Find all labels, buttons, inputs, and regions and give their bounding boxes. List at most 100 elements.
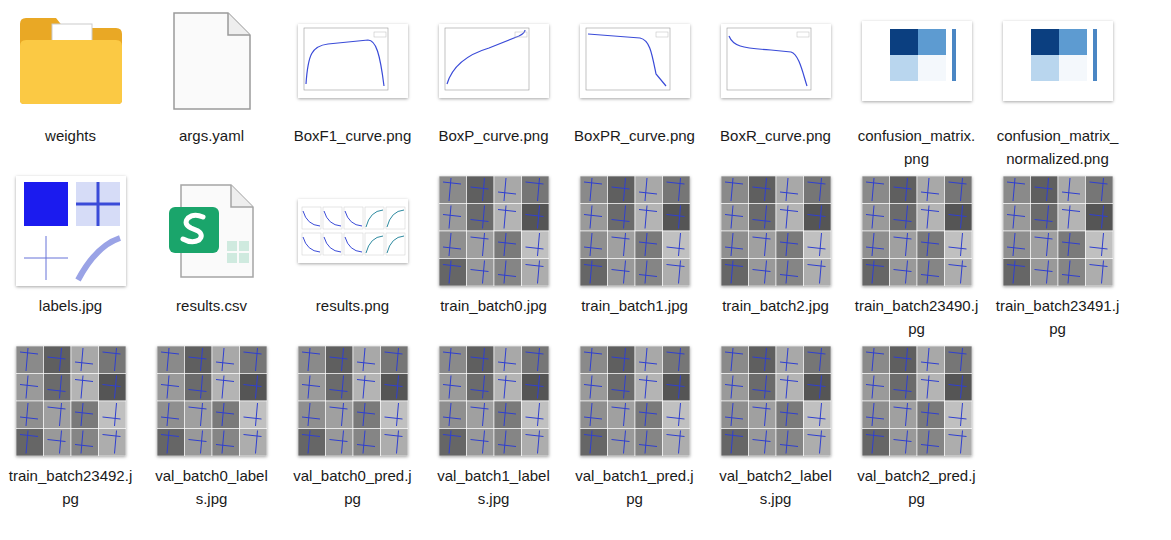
thumbnail-image xyxy=(862,21,972,101)
curve-thumbnail xyxy=(580,6,690,116)
file-item[interactable]: train_batch0.jpg xyxy=(423,170,564,317)
folder-icon xyxy=(16,6,126,116)
file-item[interactable]: args.yaml xyxy=(141,0,282,147)
thumbnail-image xyxy=(1003,176,1113,286)
thumbnail-image xyxy=(862,176,972,286)
file-item[interactable]: val_batch0_labels.jpg xyxy=(141,340,282,510)
thumbnail-image xyxy=(862,346,972,456)
thumbnail-image xyxy=(580,346,690,456)
file-item[interactable]: val_batch1_labels.jpg xyxy=(423,340,564,510)
thumbnail-image xyxy=(16,346,126,456)
file-item[interactable]: weights xyxy=(0,0,141,147)
file-item[interactable]: labels.jpg xyxy=(0,170,141,317)
curve-thumbnail xyxy=(439,6,549,116)
thumbnail-image xyxy=(580,176,690,286)
file-name: confusion_matrix.png xyxy=(855,124,979,170)
file-name: train_batch23491.jpg xyxy=(996,294,1120,340)
thumbnail-image xyxy=(1003,21,1113,101)
thumbnail-image xyxy=(298,346,408,456)
file-item[interactable]: train_batch23491.jpg xyxy=(987,170,1128,340)
file-name: results.csv xyxy=(150,294,274,317)
thumbnail-image xyxy=(439,176,549,286)
thumbnail-image xyxy=(439,346,549,456)
file-grid: weights args.yaml BoxF1_curve.png BoxP_curv… xyxy=(0,0,1171,510)
thumbnail-image xyxy=(580,176,690,286)
file-name: labels.jpg xyxy=(9,294,133,317)
thumbnail-image xyxy=(439,176,549,286)
file-name: BoxR_curve.png xyxy=(714,124,838,147)
thumbnail-image xyxy=(1003,21,1113,101)
thumbnail-image xyxy=(298,346,408,456)
file-item[interactable]: confusion_matrix_normalized.png xyxy=(987,0,1128,170)
thumbnail-image xyxy=(157,346,267,456)
batch-thumbnail xyxy=(439,346,549,456)
thumbnail-image xyxy=(862,176,972,286)
results-thumbnail xyxy=(298,176,408,286)
file-item[interactable]: train_batch23490.jpg xyxy=(846,170,987,340)
thumbnail-image xyxy=(298,199,408,263)
batch-thumbnail xyxy=(580,176,690,286)
file-item[interactable]: results.png xyxy=(282,170,423,317)
thumbnail-image xyxy=(862,346,972,456)
thumbnail-image xyxy=(439,24,549,98)
file-item[interactable]: train_batch2.jpg xyxy=(705,170,846,317)
file-item[interactable]: train_batch1.jpg xyxy=(564,170,705,317)
file-item[interactable]: val_batch2_pred.jpg xyxy=(846,340,987,510)
file-name: results.png xyxy=(291,294,415,317)
curve-thumbnail xyxy=(721,6,831,116)
batch-thumbnail xyxy=(16,346,126,456)
file-name: args.yaml xyxy=(150,124,274,147)
batch-thumbnail xyxy=(721,176,831,286)
thumbnail-image xyxy=(580,24,690,98)
batch-thumbnail xyxy=(1003,176,1113,286)
file-item[interactable]: BoxR_curve.png xyxy=(705,0,846,147)
thumbnail-image xyxy=(298,199,408,263)
file-item[interactable]: val_batch1_pred.jpg xyxy=(564,340,705,510)
thumbnail-image xyxy=(439,24,549,98)
file-item[interactable]: val_batch2_labels.jpg xyxy=(705,340,846,510)
file-item[interactable]: BoxF1_curve.png xyxy=(282,0,423,147)
batch-thumbnail xyxy=(157,346,267,456)
batch-thumbnail xyxy=(439,176,549,286)
thumbnail-image xyxy=(580,24,690,98)
file-item[interactable]: train_batch23492.jpg xyxy=(0,340,141,510)
file-name: val_batch2_labels.jpg xyxy=(714,464,838,510)
file-name: BoxF1_curve.png xyxy=(291,124,415,147)
file-icon xyxy=(157,6,267,116)
thumbnail-image xyxy=(18,16,124,106)
batch-thumbnail xyxy=(862,346,972,456)
batch-thumbnail xyxy=(862,176,972,286)
batch-thumbnail xyxy=(580,346,690,456)
file-name: train_batch2.jpg xyxy=(714,294,838,317)
thumbnail-image xyxy=(721,24,831,98)
file-item[interactable]: val_batch0_pred.jpg xyxy=(282,340,423,510)
file-item[interactable]: BoxPR_curve.png xyxy=(564,0,705,147)
thumbnail-image xyxy=(16,176,126,286)
thumbnail-image xyxy=(721,346,831,456)
thumbnail-image xyxy=(721,176,831,286)
file-item[interactable]: results.csv xyxy=(141,170,282,317)
thumbnail-image xyxy=(721,176,831,286)
curve-thumbnail xyxy=(298,6,408,116)
file-name: val_batch0_labels.jpg xyxy=(150,464,274,510)
thumbnail-image xyxy=(721,346,831,456)
thumbnail-image xyxy=(862,21,972,101)
thumbnail-image xyxy=(298,24,408,98)
thumbnail-image xyxy=(1003,176,1113,286)
labels-thumbnail xyxy=(16,176,126,286)
file-name: BoxPR_curve.png xyxy=(573,124,697,147)
file-name: val_batch2_pred.jpg xyxy=(855,464,979,510)
file-name: train_batch23492.jpg xyxy=(9,464,133,510)
thumbnail-image xyxy=(16,346,126,456)
batch-thumbnail xyxy=(721,346,831,456)
file-name: train_batch1.jpg xyxy=(573,294,697,317)
thumbnail-image xyxy=(167,181,257,281)
file-item[interactable]: confusion_matrix.png xyxy=(846,0,987,170)
thumbnail-image xyxy=(580,346,690,456)
file-item[interactable]: BoxP_curve.png xyxy=(423,0,564,147)
file-name: val_batch1_labels.jpg xyxy=(432,464,556,510)
file-name: val_batch0_pred.jpg xyxy=(291,464,415,510)
matrix-thumbnail xyxy=(1003,6,1113,116)
file-name: train_batch23490.jpg xyxy=(855,294,979,340)
batch-thumbnail xyxy=(298,346,408,456)
